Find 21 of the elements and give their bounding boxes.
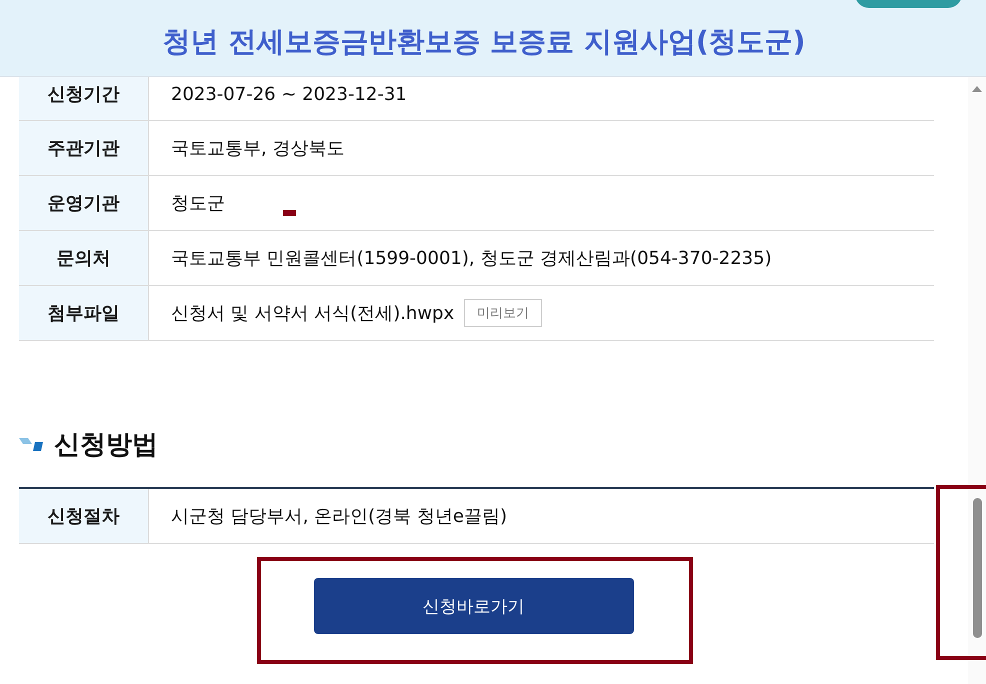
page-title: 청년 전세보증금반환보증 보증료 지원사업(청도군) bbox=[162, 24, 806, 60]
table-cell-text: 국토교통부 민원콜센터(1599-0001), 청도군 경제산림과(054-370-2235) bbox=[171, 247, 772, 270]
section-heading: 신청방법 bbox=[54, 429, 158, 462]
table-cell-text: 청도군 bbox=[171, 192, 225, 215]
table-cell: 2023-07-26 ~ 2023-12-31 bbox=[171, 84, 407, 104]
label-cell: 신청절차 bbox=[19, 489, 149, 543]
label-cell: 운영기관 bbox=[19, 176, 149, 230]
heading-icon bbox=[19, 438, 43, 452]
preview-button[interactable]: 미리보기 bbox=[464, 299, 542, 327]
scroll-up-icon[interactable] bbox=[972, 86, 982, 92]
label-cell: 신청기간 bbox=[19, 77, 149, 120]
table-cell-text: 국토교통부, 경상북도 bbox=[171, 137, 344, 160]
label-cell: 주관기관 bbox=[19, 121, 149, 175]
scrollbar-thumb[interactable] bbox=[972, 498, 982, 638]
apply-button[interactable]: 신청바로가기 bbox=[314, 578, 634, 634]
annotation-dash bbox=[283, 210, 296, 216]
file-link[interactable]: 신청서 및 서약서 서식(전세).hwpx bbox=[171, 301, 454, 325]
label-cell: 문의처 bbox=[19, 231, 149, 285]
scrollbar-track[interactable] bbox=[968, 77, 986, 684]
label-cell: 첨부파일 bbox=[19, 286, 149, 340]
table-cell-text: 시군청 담당부서, 온라인(경북 청년e끌림) bbox=[171, 505, 508, 528]
